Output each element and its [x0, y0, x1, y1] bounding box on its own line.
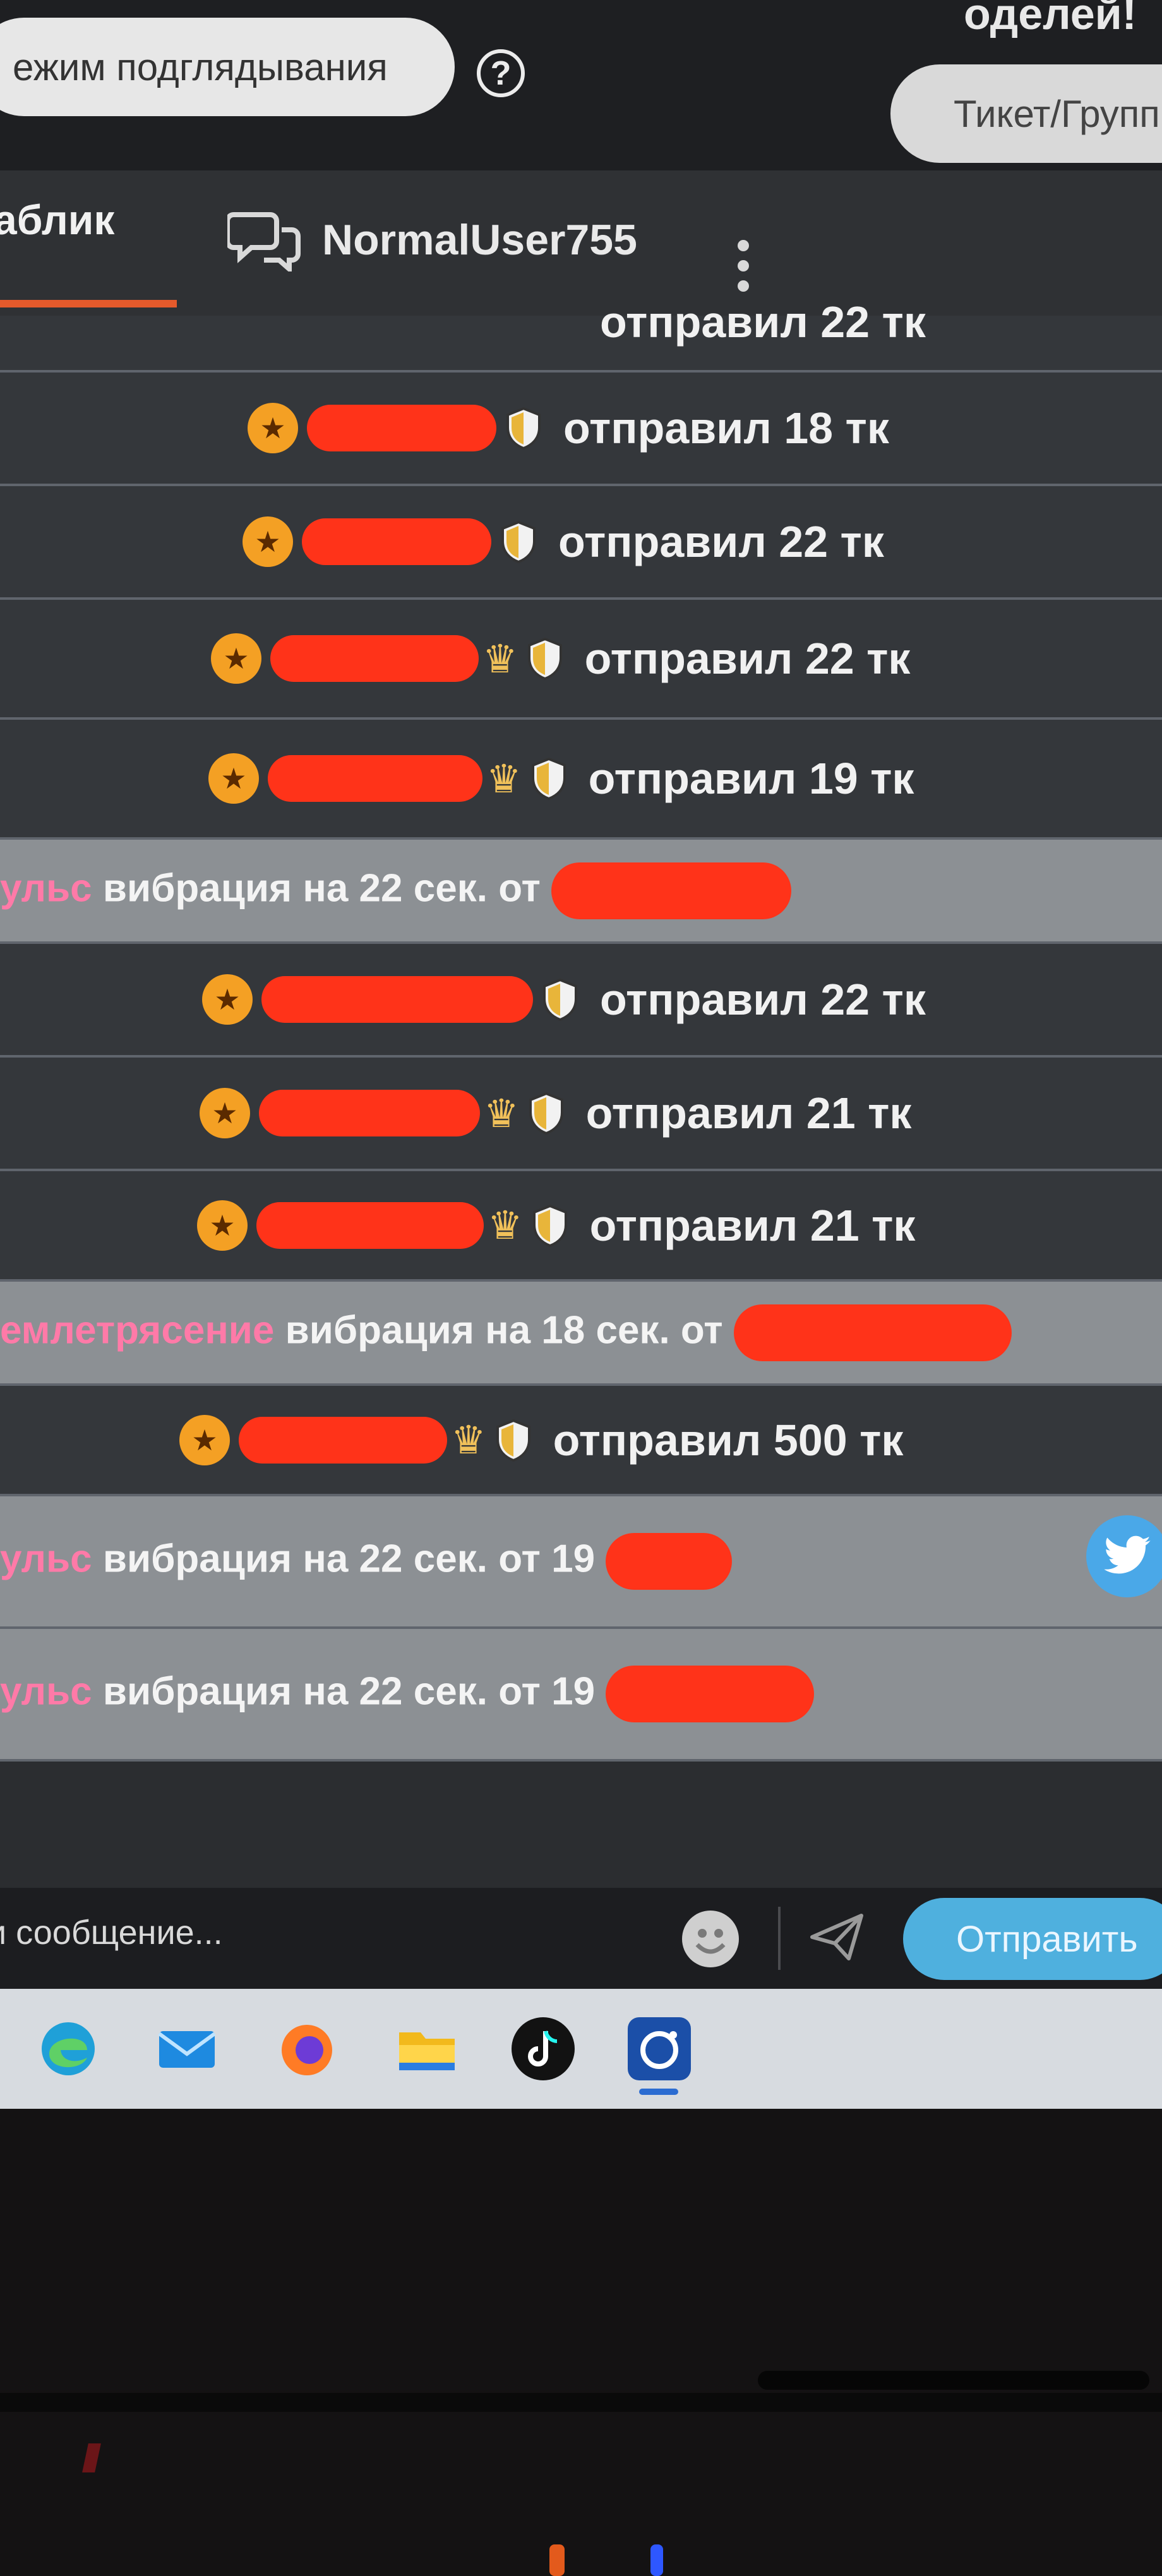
chat-row-tip: ★ ♛ отправил 21 тк: [0, 1171, 1162, 1282]
firefox-icon[interactable]: [275, 2017, 338, 2080]
divider: [778, 1907, 781, 1970]
tip-text: отправил 22 тк: [600, 975, 926, 1024]
vibration-text: вибрация на 22 сек. от 19: [102, 1537, 596, 1581]
tip-text: отправил 21 тк: [589, 1200, 916, 1250]
star-badge-icon: ★: [248, 403, 298, 453]
vibration-name: ульс: [0, 866, 92, 910]
emoji-icon[interactable]: [682, 1911, 739, 1967]
bezel-slot: [758, 2371, 1149, 2390]
crown-icon: ♛: [486, 757, 522, 801]
tip-text: отправил 19 тк: [588, 754, 914, 803]
help-icon[interactable]: ?: [477, 49, 525, 97]
tab-user-label: NormalUser755: [322, 216, 637, 264]
crown-icon: ♛: [484, 1092, 519, 1136]
redacted-username: [261, 976, 533, 1023]
taskbar: [0, 1989, 1162, 2109]
indicator-light: [549, 2544, 565, 2576]
chat-row-vibration: ульс вибрация на 22 сек. от: [0, 840, 1162, 944]
star-badge-icon: ★: [208, 753, 259, 804]
redacted-username: [307, 405, 496, 451]
send-plane-icon[interactable]: [808, 1912, 865, 1962]
chat-row-vibration: ульс вибрация на 22 сек. от 19: [0, 1496, 1162, 1629]
redacted-username: [733, 1304, 1012, 1361]
shield-icon: [501, 520, 536, 564]
star-badge-icon: ★: [179, 1414, 230, 1465]
message-input[interactable]: и сообщение...: [0, 1913, 223, 1952]
promo-text: оделей!: [963, 0, 1137, 39]
tip-text: отправил 22 тк: [558, 517, 884, 566]
message-bar: и сообщение... Отправить: [0, 1888, 1162, 1989]
ticket-button[interactable]: Тикет/Групп: [890, 64, 1162, 163]
chat-row-tip: ★ ♛ отправил 22 тк: [0, 600, 1162, 720]
chat-row-tip: ★ ♛ отправил 500 тк: [0, 1386, 1162, 1496]
star-badge-icon: ★: [211, 633, 261, 684]
star-badge-icon: ★: [200, 1088, 250, 1138]
mail-icon[interactable]: [155, 2017, 219, 2080]
folder-icon[interactable]: [395, 2017, 458, 2080]
tip-text: отправил 22 тк: [600, 297, 926, 347]
kebab-menu-icon[interactable]: [738, 240, 750, 301]
shield-icon: [532, 1204, 567, 1247]
redacted-username: [256, 1202, 484, 1249]
top-strip: оделей! ежим подглядывания ? Тикет/Групп: [0, 0, 1162, 170]
chat-bubbles-icon: [227, 212, 301, 271]
twitter-icon[interactable]: [1086, 1515, 1162, 1597]
shield-icon: [529, 1092, 563, 1135]
send-button[interactable]: Отправить: [903, 1898, 1162, 1980]
chat-row-tip: ★ отправил 22 тк: [0, 944, 1162, 1058]
vibration-name: ульс: [0, 1669, 92, 1714]
chat-row-tip: ★ ♛ отправил 21 тк: [0, 1058, 1162, 1171]
star-badge-icon: ★: [202, 974, 253, 1025]
star-badge-icon: ★: [243, 516, 293, 567]
vibration-text: вибрация на 22 сек. от 19: [102, 1669, 596, 1714]
crown-icon: ♛: [482, 637, 518, 681]
redacted-username: [259, 1090, 480, 1136]
bezel-edge: [0, 2393, 1162, 2412]
redacted-username: [551, 862, 792, 919]
redacted-username: [606, 1666, 815, 1722]
chat-log: отправил 22 тк ★ отправил 18 тк ★ отправ…: [0, 297, 1162, 1888]
tip-text: отправил 500 тк: [553, 1415, 904, 1465]
chat-row-vibration: емлетрясение вибрация на 18 сек. от: [0, 1282, 1162, 1386]
crown-icon: ♛: [488, 1204, 523, 1248]
vibration-name: ульс: [0, 1537, 92, 1581]
shield-icon: [506, 407, 541, 450]
tab-private-user[interactable]: NormalUser755: [227, 208, 637, 271]
tip-text: отправил 22 тк: [584, 634, 911, 683]
shield-icon: [527, 637, 562, 681]
chat-row-tip: ★ отправил 22 тк: [0, 486, 1162, 600]
tiktok-icon[interactable]: [512, 2017, 575, 2080]
active-tab-indicator: [0, 300, 177, 307]
spy-mode-button[interactable]: ежим подглядывания: [0, 18, 455, 116]
tip-text: отправил 18 тк: [563, 403, 889, 453]
camera-app-icon[interactable]: [628, 2017, 691, 2080]
redacted-username: [268, 755, 482, 802]
vibration-name: емлетрясение: [0, 1308, 275, 1352]
indicator-light: [650, 2544, 663, 2576]
active-app-indicator: [639, 2089, 678, 2095]
redacted-username: [270, 635, 479, 682]
star-badge-icon: ★: [197, 1200, 248, 1251]
redacted-username: [606, 1533, 733, 1590]
shield-icon: [531, 757, 566, 801]
redacted-username: [239, 1416, 447, 1464]
tip-text: отправил 21 тк: [585, 1088, 912, 1138]
chat-row-partial: отправил 22 тк: [0, 297, 1162, 373]
chat-tabs: аблик NormalUser755: [0, 170, 1162, 316]
chat-row-vibration: ульс вибрация на 22 сек. от 19: [0, 1629, 1162, 1762]
edge-icon[interactable]: [37, 2017, 100, 2080]
vibration-text: вибрация на 18 сек. от: [285, 1308, 723, 1352]
vibration-text: вибрация на 22 сек. от: [102, 866, 541, 910]
shield-icon: [543, 978, 577, 1022]
crown-icon: ♛: [451, 1419, 486, 1462]
indicator-light: [82, 2443, 101, 2472]
chat-row-tip: ★ ♛ отправил 19 тк: [0, 720, 1162, 840]
chat-row-tip: ★ отправил 18 тк: [0, 373, 1162, 486]
screen: оделей! ежим подглядывания ? Тикет/Групп…: [0, 0, 1162, 2109]
tab-public[interactable]: аблик: [0, 196, 114, 244]
shield-icon: [496, 1419, 530, 1462]
redacted-username: [302, 518, 491, 565]
